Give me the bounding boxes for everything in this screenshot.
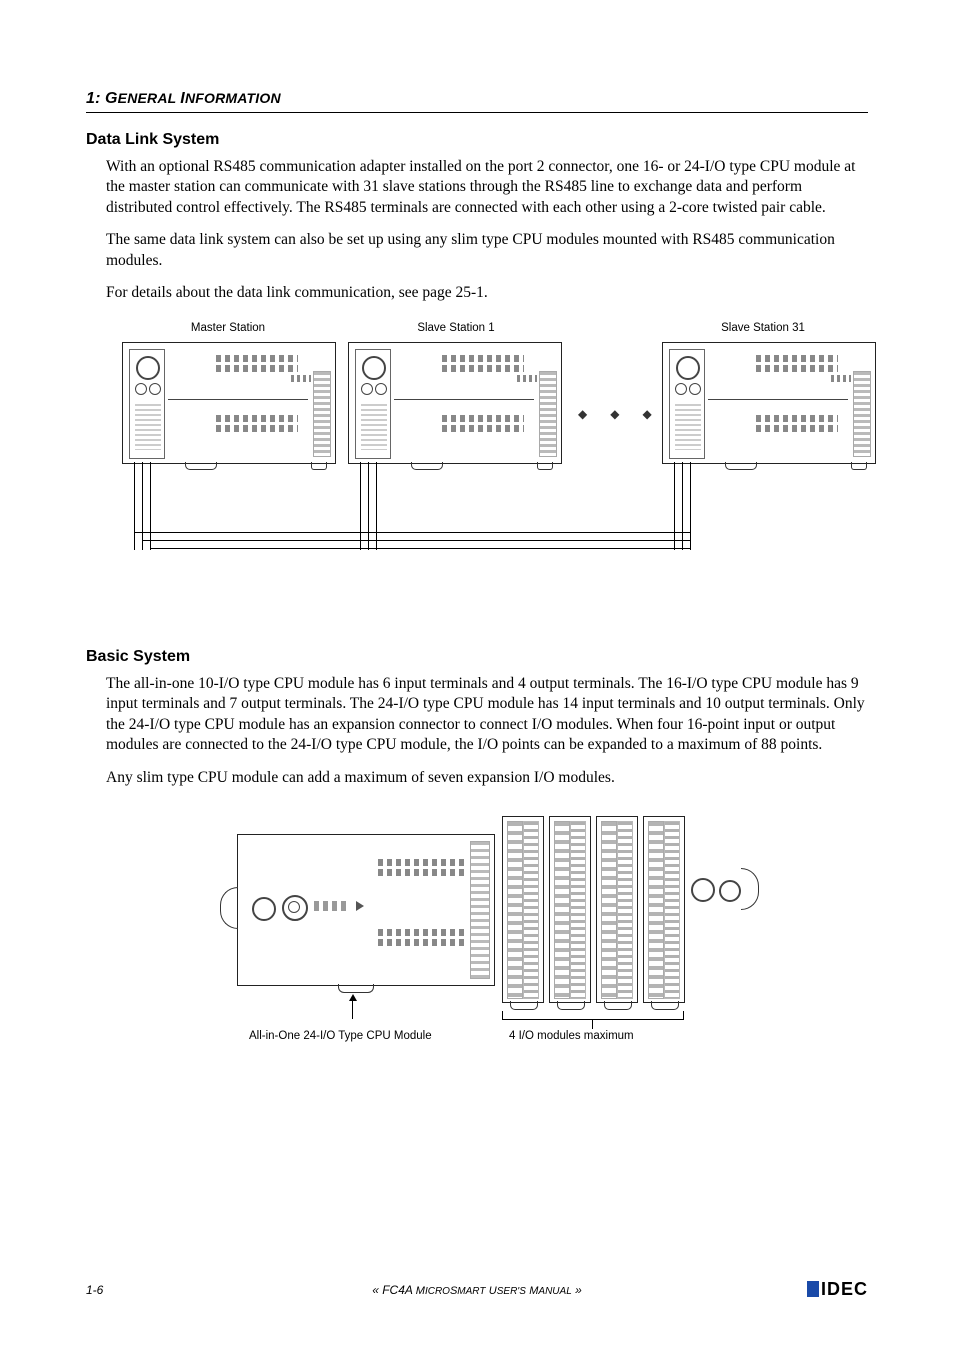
device-slave31 [662, 342, 876, 464]
basic-para1: The all-in-one 10-I/O type CPU module ha… [106, 674, 868, 756]
label-slave31: Slave Station 31 [698, 322, 828, 334]
end-hole-icon [719, 880, 741, 902]
datalink-para2: The same data link system can also be se… [106, 230, 868, 271]
end-cap-icon [741, 868, 759, 910]
callout-arrow-icon [349, 994, 357, 1001]
page-footer: 1-6 « FC4A MICROSMART USER'S MANUAL » ID… [86, 1283, 868, 1297]
datalink-para1: With an optional RS485 communication ada… [106, 157, 868, 218]
chapter-heading: 1: GENERAL INFORMATION [86, 90, 868, 108]
chapter-number: 1: [86, 90, 101, 107]
chapter-title-word1-initial: G [105, 90, 118, 107]
callout-line [352, 1001, 353, 1019]
datalink-para3: For details about the data link communic… [106, 283, 868, 303]
brand-block-icon [807, 1281, 819, 1297]
manual-title: « FC4A MICROSMART USER'S MANUAL » [86, 1283, 868, 1297]
expansion-module-1 [502, 816, 544, 1003]
basic-para2: Any slim type CPU module can add a maxim… [106, 768, 868, 788]
expansion-module-3 [596, 816, 638, 1003]
expansion-module-4 [643, 816, 685, 1003]
chapter-title-word1: ENERAL [118, 90, 177, 106]
brand-logo: IDEC [807, 1279, 868, 1300]
basic-diagram: All-in-One 24-I/O Type CPU Module 4 I/O … [197, 806, 757, 1056]
bracket-icon [502, 1011, 684, 1020]
chapter-title-word2: NFORMATION [185, 90, 281, 106]
end-knob-icon [691, 878, 715, 902]
label-cpu24: All-in-One 24-I/O Type CPU Module [249, 1030, 479, 1042]
label-slave1: Slave Station 1 [396, 322, 516, 334]
label-expansion: 4 I/O modules maximum [509, 1030, 679, 1042]
heading-rule [86, 112, 868, 113]
section-title-basic: Basic System [86, 648, 868, 666]
section-title-datalink: Data Link System [86, 131, 868, 149]
datalink-diagram: Master Station Slave Station 1 Slave Sta… [116, 322, 896, 592]
device-slave1 [348, 342, 562, 464]
cpu24-module [237, 834, 495, 986]
device-master [122, 342, 336, 464]
expansion-module-2 [549, 816, 591, 1003]
label-master: Master Station [168, 322, 288, 334]
